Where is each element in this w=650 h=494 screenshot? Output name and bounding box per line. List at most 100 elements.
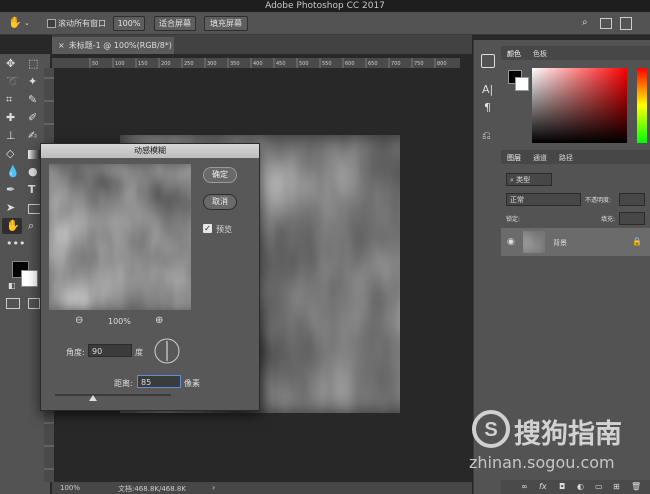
ok-button[interactable]: 确定	[203, 167, 237, 183]
gradient-tool-icon[interactable]	[28, 150, 40, 159]
lock-icon: 🔒	[632, 237, 642, 246]
lasso-tool-icon[interactable]: ➰	[6, 76, 20, 88]
chevron-down-icon[interactable]: ⌄	[24, 17, 30, 29]
layer-filter-kind-label: 类型	[516, 176, 531, 184]
ruler-tick-label: 550	[322, 61, 332, 67]
status-zoom[interactable]: 100%	[60, 484, 80, 492]
angle-field[interactable]: 90	[88, 344, 132, 357]
new-group-icon[interactable]: ▭	[595, 481, 603, 493]
hand-tool-icon[interactable]: ✋	[8, 17, 22, 29]
color-panel-background[interactable]	[515, 77, 529, 91]
background-color-swatch[interactable]	[21, 270, 38, 287]
fx-icon[interactable]: fx	[539, 481, 547, 493]
eyedropper-icon[interactable]: ✎	[28, 94, 37, 106]
options-bar: ✋ ⌄ 滚动所有窗口 100% 适合屏幕 填充屏幕 ⌕	[0, 12, 650, 35]
pen-tool-icon[interactable]: ✒	[6, 184, 15, 196]
brush-tool-icon[interactable]: ✐	[28, 112, 37, 124]
document-tab[interactable]: ×未标题-1 @ 100%(RGB/8*) *	[52, 37, 174, 67]
angle-dial[interactable]	[153, 337, 181, 365]
angle-unit: 度	[135, 348, 143, 357]
move-tool-icon[interactable]: ✥	[6, 58, 15, 70]
eraser-tool-icon[interactable]: ◇	[6, 148, 14, 160]
color-field[interactable]	[532, 68, 627, 143]
cancel-button[interactable]: 取消	[203, 194, 237, 210]
ruler-tick-label: 100	[115, 61, 125, 67]
status-bar: 100% 文档:468.8K/468.8K ›	[52, 482, 472, 494]
tab-swatches[interactable]: 色板	[533, 49, 547, 59]
tab-channels[interactable]: 通道	[533, 153, 547, 163]
chevron-right-icon[interactable]: ›	[212, 483, 215, 492]
preview-checkbox[interactable]: ✓	[203, 224, 212, 233]
quick-mask-icon[interactable]	[6, 298, 20, 309]
fill-screen-button[interactable]: 填充屏幕	[204, 16, 248, 31]
screen-mode-icon[interactable]	[28, 298, 40, 309]
character-icon[interactable]: A|	[482, 84, 493, 96]
ruler-tick-label: 350	[230, 61, 240, 67]
ruler-tick-label: 600	[345, 61, 355, 67]
type-tool-icon[interactable]: T	[28, 184, 36, 196]
dodge-tool-icon[interactable]: ●	[28, 166, 38, 178]
blend-mode-select[interactable]: 正常	[506, 193, 581, 206]
sogou-logo-icon: S	[472, 410, 510, 448]
layers-panel-tabs	[501, 150, 650, 164]
distance-field[interactable]: 85	[137, 375, 181, 388]
blur-preview[interactable]	[49, 164, 191, 310]
ruler-tick-label: 250	[184, 61, 194, 67]
opacity-field[interactable]	[619, 193, 645, 206]
default-colors-icon[interactable]: ◧	[8, 280, 16, 292]
properties-icon[interactable]	[481, 54, 495, 68]
magic-wand-icon[interactable]: ✦	[28, 76, 37, 88]
layer-filter-kind[interactable]: ⌕ 类型	[506, 173, 552, 186]
distance-slider-thumb[interactable]	[89, 395, 98, 401]
hue-slider[interactable]	[637, 68, 647, 143]
close-icon[interactable]: ×	[58, 41, 65, 50]
layer-thumbnail	[523, 231, 545, 253]
fit-screen-button[interactable]: 适合屏幕	[154, 16, 196, 31]
distance-label: 距离:	[114, 379, 133, 388]
distance-unit: 像素	[184, 379, 200, 388]
new-layer-icon[interactable]: ⊞	[613, 481, 620, 493]
history-brush-icon[interactable]: ✍	[28, 130, 37, 142]
motion-blur-dialog: 动感模糊 确定 取消 ✓ 预览 ⊖ 100% ⊕ 角度: 90 度 距离: 85…	[40, 143, 260, 411]
search-icon[interactable]: ⌕	[582, 17, 588, 29]
status-doc-info: 文档:468.8K/468.8K	[118, 485, 186, 493]
paragraph-icon[interactable]: ¶	[484, 102, 491, 114]
fill-field[interactable]	[619, 212, 645, 225]
ruler-tick-label: 450	[276, 61, 286, 67]
zoom-out-icon[interactable]: ⊖	[75, 315, 83, 327]
tab-layers[interactable]: 图层	[507, 153, 521, 163]
path-selection-icon[interactable]: ➤	[6, 202, 15, 214]
color-panel-tabs	[501, 46, 650, 60]
add-mask-icon[interactable]: ◘	[559, 481, 565, 493]
clone-stamp-icon[interactable]: ⊥	[6, 130, 16, 142]
distance-slider-track[interactable]	[55, 394, 171, 396]
layer-name[interactable]: 背景	[553, 238, 567, 248]
share-icon[interactable]	[620, 17, 632, 30]
history-icon[interactable]: ⎌	[482, 130, 491, 142]
visibility-eye-icon[interactable]: ◉	[507, 236, 515, 248]
zoom-in-icon[interactable]: ⊕	[155, 315, 163, 327]
crop-tool-icon[interactable]: ⌗	[6, 94, 12, 106]
ruler-tick-label: 500	[299, 61, 309, 67]
zoom-tool-icon[interactable]: ⌕	[28, 220, 34, 232]
blur-tool-icon[interactable]: 💧	[6, 166, 20, 178]
healing-brush-icon[interactable]: ✚	[6, 112, 15, 124]
adjustment-layer-icon[interactable]: ◐	[577, 481, 584, 493]
angle-label: 角度:	[66, 348, 85, 357]
ruler-tick-label: 750	[414, 61, 424, 67]
zoom-100-button[interactable]: 100%	[113, 16, 145, 31]
scroll-all-checkbox[interactable]	[47, 19, 56, 28]
workspace-icon[interactable]	[600, 18, 612, 29]
watermark-url: zhinan.sogou.com	[469, 453, 615, 472]
ruler-tick-label: 800	[437, 61, 447, 67]
link-layers-icon[interactable]: ∞	[521, 481, 528, 493]
delete-layer-icon[interactable]: 🗑	[631, 481, 641, 493]
ruler-tick-label: 400	[253, 61, 263, 67]
marquee-tool-icon[interactable]: ⬚	[28, 58, 38, 70]
preview-zoom: 100%	[108, 317, 131, 326]
tab-color[interactable]: 颜色	[507, 49, 521, 59]
tab-paths[interactable]: 路径	[559, 153, 573, 163]
more-tools-icon[interactable]: •••	[6, 238, 25, 250]
hand-tool-icon[interactable]: ✋	[6, 220, 20, 232]
ruler-tick-label: 700	[391, 61, 401, 67]
